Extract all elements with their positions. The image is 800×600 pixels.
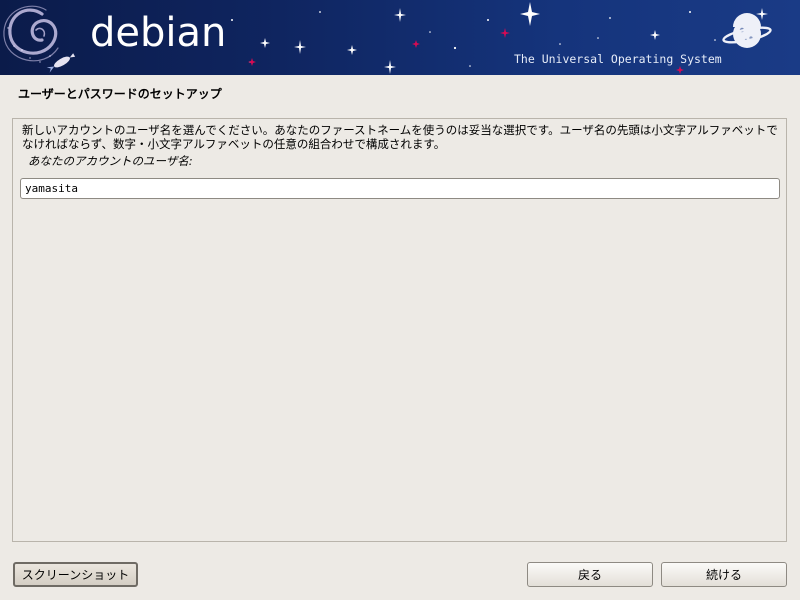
debian-logo: debian — [90, 10, 227, 56]
username-label: あなたのアカウントのユーザ名: — [28, 154, 193, 168]
continue-button[interactable]: 続ける — [661, 562, 787, 587]
back-button[interactable]: 戻る — [527, 562, 653, 587]
main-panel: 新しいアカウントのユーザ名を選んでください。あなたのファーストネームを使うのは妥… — [12, 118, 787, 542]
description-text: 新しいアカウントのユーザ名を選んでください。あなたのファーストネームを使うのは妥… — [22, 123, 778, 151]
page-title: ユーザーとパスワードのセットアップ — [18, 87, 222, 101]
tagline: The Universal Operating System — [514, 52, 722, 66]
header-banner: debian The Universal Operating System — [0, 0, 800, 75]
planet-icon — [722, 13, 772, 48]
screenshot-button[interactable]: スクリーンショット — [13, 562, 138, 587]
red-stars — [248, 28, 684, 74]
username-input[interactable] — [20, 178, 780, 199]
debian-swirl-icon — [3, 5, 59, 62]
